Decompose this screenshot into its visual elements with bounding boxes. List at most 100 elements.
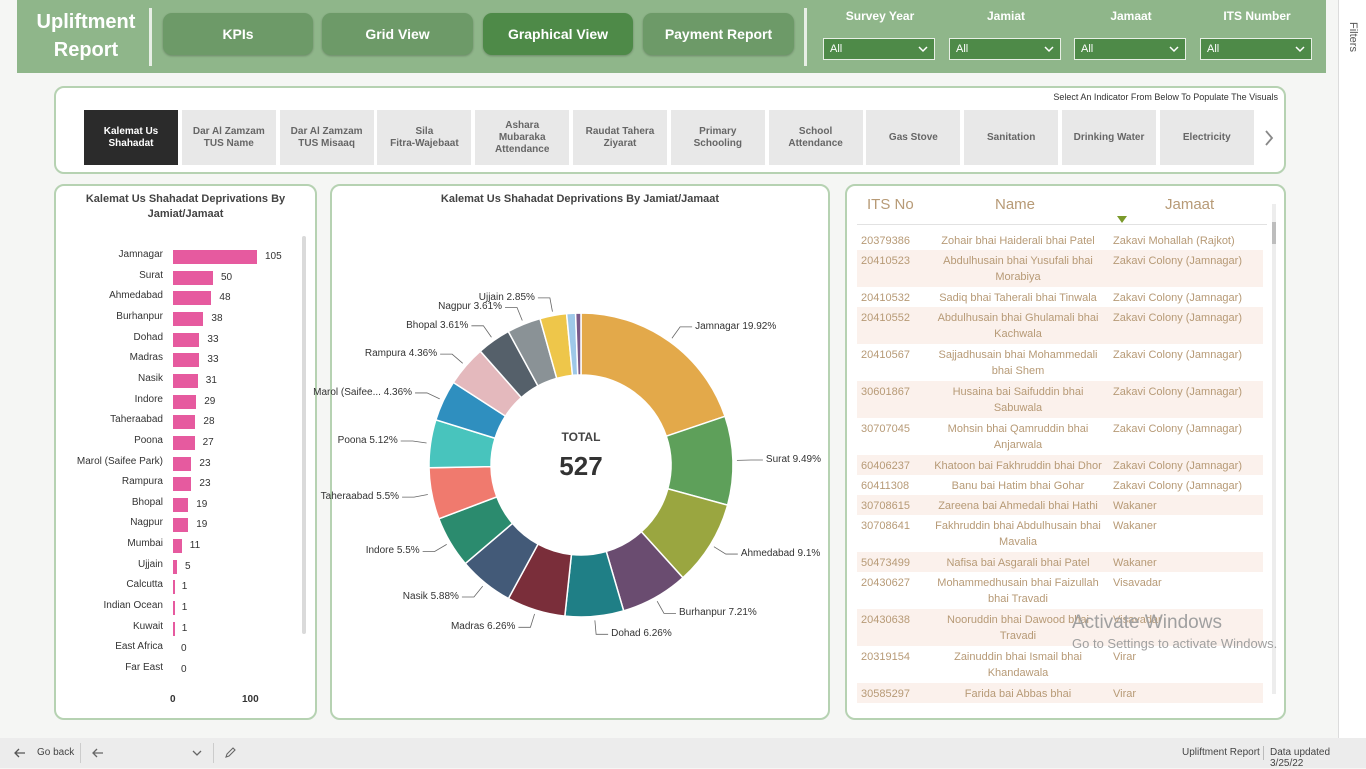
- bar-value-label: 28: [203, 416, 214, 427]
- status-footer: Go back Upliftment Report Data updated 3…: [0, 738, 1366, 768]
- nav-button-grid-view[interactable]: Grid View: [322, 13, 473, 55]
- bar[interactable]: [173, 395, 196, 409]
- cell-name: Mohammedhusain bhai Faizullah bhai Trava…: [929, 575, 1107, 607]
- bar-value-label: 33: [207, 354, 218, 365]
- nav-button-payment-report[interactable]: Payment Report: [643, 13, 794, 55]
- table-row[interactable]: 20410523Abdulhusain bhai Yusufali bhai M…: [857, 250, 1263, 287]
- indicator-tile[interactable]: Kalemat Us Shahadat: [84, 110, 178, 165]
- donut-leader-line: [401, 441, 427, 443]
- bar-value-label: 1: [182, 623, 188, 634]
- indicator-tile[interactable]: Dar Al Zamzam TUS Name: [182, 110, 276, 165]
- filter-select-survey-year[interactable]: All: [823, 38, 935, 60]
- bar[interactable]: [173, 415, 195, 429]
- column-header-jamaat[interactable]: Jamaat: [1165, 196, 1214, 213]
- indicator-tile[interactable]: Sanitation: [964, 110, 1058, 165]
- bar[interactable]: [173, 560, 177, 574]
- bar[interactable]: [173, 312, 203, 326]
- indicator-tile[interactable]: Raudat Tahera Ziyarat: [573, 110, 667, 165]
- table-row[interactable]: 20319154Zainuddin bhai Ismail bhai Khand…: [857, 646, 1263, 683]
- bar[interactable]: [173, 601, 175, 615]
- indicator-tile[interactable]: Sila Fitra-Wajebaat: [377, 110, 471, 165]
- chevron-down-icon: [1043, 43, 1055, 55]
- nav-button-kpis[interactable]: KPIs: [163, 13, 313, 55]
- donut-slice-label: Indore 5.5%: [366, 544, 420, 557]
- bar-category-label: Bhopal: [132, 497, 163, 508]
- bar[interactable]: [173, 333, 199, 347]
- indicator-tile[interactable]: Electricity: [1160, 110, 1254, 165]
- pencil-icon[interactable]: [224, 747, 236, 759]
- donut-slice-label: Jamnagar 19.92%: [695, 320, 776, 333]
- filter-select-jamaat[interactable]: All: [1074, 38, 1186, 60]
- table-scrollbar-thumb[interactable]: [1272, 222, 1276, 244]
- bar[interactable]: [173, 518, 188, 532]
- go-back-link[interactable]: Go back: [37, 747, 74, 758]
- indicator-tile[interactable]: Gas Stove: [866, 110, 960, 165]
- bar-chart-scrollbar[interactable]: [302, 236, 306, 634]
- table-row[interactable]: 30708615Zareena bai Ahmedali bhai HathiW…: [857, 495, 1263, 515]
- cell-jamaat: Zakavi Colony (Jamnagar): [1113, 347, 1263, 363]
- bar[interactable]: [173, 436, 195, 450]
- bar-value-label: 23: [199, 458, 210, 469]
- cell-its-no: 20430638: [861, 612, 925, 628]
- back-arrow-icon[interactable]: [14, 748, 26, 758]
- bar-category-label: Calcutta: [126, 579, 163, 590]
- column-header-name[interactable]: Name: [995, 196, 1035, 213]
- bar[interactable]: [173, 622, 175, 636]
- bar[interactable]: [173, 250, 257, 264]
- bar-chart-card: Kalemat Us Shahadat Deprivations By Jami…: [54, 184, 317, 720]
- indicator-tile[interactable]: Ashara Mubaraka Attendance: [475, 110, 569, 165]
- bar[interactable]: [173, 539, 182, 553]
- donut-leader-line: [657, 601, 676, 613]
- bar[interactable]: [173, 291, 211, 305]
- filter-select-its-number[interactable]: All: [1200, 38, 1312, 60]
- donut-total-label: TOTAL: [561, 430, 601, 444]
- table-row[interactable]: 20410552Abdulhusain bhai Ghulamali bhai …: [857, 307, 1263, 344]
- bar[interactable]: [173, 477, 191, 491]
- table-row[interactable]: 20410567Sajjadhusain bhai Mohammedali bh…: [857, 344, 1263, 381]
- table-row[interactable]: 30707045Mohsin bhai Qamruddin bhai Anjar…: [857, 418, 1263, 455]
- cell-jamaat: Zakavi Colony (Jamnagar): [1113, 384, 1263, 400]
- table-row[interactable]: 60411308Banu bai Hatim bhai GoharZakavi …: [857, 475, 1263, 495]
- table-row[interactable]: 20410532Sadiq bhai Taherali bhai Tinwala…: [857, 287, 1263, 307]
- column-header-its-no[interactable]: ITS No: [867, 196, 914, 213]
- bar-value-label: 0: [181, 643, 187, 654]
- bar[interactable]: [173, 353, 199, 367]
- bar[interactable]: [173, 498, 188, 512]
- table-row[interactable]: 20430627Mohammedhusain bhai Faizullah bh…: [857, 572, 1263, 609]
- bar[interactable]: [173, 457, 191, 471]
- table-row[interactable]: 50473499Nafisa bai Asgarali bhai PatelWa…: [857, 552, 1263, 572]
- watermark-line2: Go to Settings to activate Windows.: [1072, 636, 1277, 651]
- bar-value-label: 11: [190, 540, 200, 551]
- table-row[interactable]: 30601867Husaina bai Saifuddin bhai Sabuw…: [857, 381, 1263, 418]
- bar[interactable]: [173, 271, 213, 285]
- indicator-tile[interactable]: Primary Schooling: [671, 110, 765, 165]
- chevron-down-icon[interactable]: [192, 749, 202, 757]
- cell-name: Khatoon bai Fakhruddin bhai Dhor: [929, 458, 1107, 474]
- nav-button-graphical-view[interactable]: Graphical View: [483, 13, 633, 55]
- donut-leader-line: [595, 620, 608, 634]
- bar[interactable]: [173, 580, 175, 594]
- indicator-hint: Select An Indicator From Below To Popula…: [1053, 92, 1278, 102]
- filters-pane-collapsed[interactable]: Filters: [1338, 0, 1366, 738]
- bar[interactable]: [173, 374, 198, 388]
- filter-label-jamaat: Jamaat: [1074, 9, 1188, 23]
- table-row[interactable]: 20379386Zohair bhai Haiderali bhai Patel…: [857, 230, 1263, 250]
- indicator-tile[interactable]: School Attendance: [769, 110, 863, 165]
- bar-value-label: 1: [182, 602, 188, 613]
- table-row[interactable]: 60406237Khatoon bai Fakhruddin bhai Dhor…: [857, 455, 1263, 475]
- filter-select-jamiat[interactable]: All: [949, 38, 1061, 60]
- app-title-line1: Upliftment: [23, 8, 149, 36]
- back-arrow-icon[interactable]: [92, 748, 104, 758]
- indicator-tile[interactable]: Drinking Water: [1062, 110, 1156, 165]
- header-bar: Upliftment Report KPIs Grid View Graphic…: [17, 0, 1326, 73]
- bar-value-label: 27: [203, 437, 214, 448]
- donut-leader-line: [440, 354, 463, 363]
- bar-category-label: Taheraabad: [110, 414, 163, 425]
- bar-category-label: Ahmedabad: [109, 290, 163, 301]
- chevron-right-icon[interactable]: [1262, 128, 1276, 148]
- indicator-tile[interactable]: Dar Al Zamzam TUS Misaaq: [280, 110, 374, 165]
- table-row[interactable]: 30708641Fakhruddin bhai Abdulhusain bhai…: [857, 515, 1263, 552]
- donut-slice-label: Burhanpur 7.21%: [679, 606, 757, 619]
- bar-value-label: 38: [211, 313, 222, 324]
- table-row[interactable]: 30585297Farida bai Abbas bhaiVirar: [857, 683, 1263, 703]
